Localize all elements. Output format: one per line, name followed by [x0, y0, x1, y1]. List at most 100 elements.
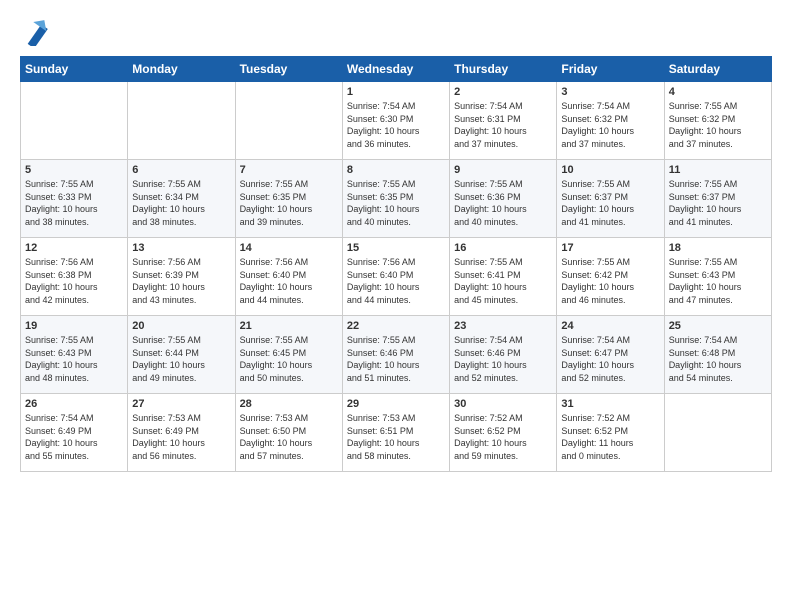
day-info: Sunrise: 7:52 AM Sunset: 6:52 PM Dayligh…	[454, 412, 552, 462]
day-cell: 10 Sunrise: 7:55 AM Sunset: 6:37 PM Dayli…	[557, 160, 664, 238]
day-number: 12	[25, 242, 123, 254]
day-number: 20	[132, 320, 230, 332]
day-number: 1	[347, 86, 445, 98]
day-info: Sunrise: 7:55 AM Sunset: 6:36 PM Dayligh…	[454, 178, 552, 228]
day-info: Sunrise: 7:52 AM Sunset: 6:52 PM Dayligh…	[561, 412, 659, 462]
day-info: Sunrise: 7:55 AM Sunset: 6:43 PM Dayligh…	[669, 256, 767, 306]
day-number: 26	[25, 398, 123, 410]
day-number: 23	[454, 320, 552, 332]
day-number: 16	[454, 242, 552, 254]
day-info: Sunrise: 7:55 AM Sunset: 6:35 PM Dayligh…	[240, 178, 338, 228]
day-number: 19	[25, 320, 123, 332]
day-cell: 4 Sunrise: 7:55 AM Sunset: 6:32 PM Daylig…	[664, 82, 771, 160]
day-number: 27	[132, 398, 230, 410]
day-cell: 24 Sunrise: 7:54 AM Sunset: 6:47 PM Dayli…	[557, 316, 664, 394]
day-info: Sunrise: 7:54 AM Sunset: 6:48 PM Dayligh…	[669, 334, 767, 384]
week-row-1: 1 Sunrise: 7:54 AM Sunset: 6:30 PM Daylig…	[21, 82, 772, 160]
day-cell: 14Sunrise: 7:56 AM Sunset: 6:40 PM Dayli…	[235, 238, 342, 316]
day-number: 29	[347, 398, 445, 410]
col-header-wednesday: Wednesday	[342, 57, 449, 82]
day-info: Sunrise: 7:55 AM Sunset: 6:33 PM Dayligh…	[25, 178, 123, 228]
day-info: Sunrise: 7:55 AM Sunset: 6:32 PM Dayligh…	[669, 100, 767, 150]
day-info: Sunrise: 7:55 AM Sunset: 6:45 PM Dayligh…	[240, 334, 338, 384]
day-info: Sunrise: 7:55 AM Sunset: 6:37 PM Dayligh…	[669, 178, 767, 228]
day-number: 10	[561, 164, 659, 176]
day-cell: 2Sunrise: 7:54 AM Sunset: 6:31 PM Daylig…	[450, 82, 557, 160]
day-number: 2	[454, 86, 552, 98]
day-number: 4	[669, 86, 767, 98]
day-cell: 13 Sunrise: 7:56 AM Sunset: 6:39 PM Dayli…	[128, 238, 235, 316]
day-number: 21	[240, 320, 338, 332]
day-cell: 18 Sunrise: 7:55 AM Sunset: 6:43 PM Dayli…	[664, 238, 771, 316]
day-info: Sunrise: 7:55 AM Sunset: 6:43 PM Dayligh…	[25, 334, 123, 384]
day-cell	[235, 82, 342, 160]
day-info: Sunrise: 7:55 AM Sunset: 6:44 PM Dayligh…	[132, 334, 230, 384]
day-number: 15	[347, 242, 445, 254]
day-info: Sunrise: 7:54 AM Sunset: 6:49 PM Dayligh…	[25, 412, 123, 462]
calendar-header-row: SundayMondayTuesdayWednesdayThursdayFrid…	[21, 57, 772, 82]
col-header-friday: Friday	[557, 57, 664, 82]
day-cell: 11 Sunrise: 7:55 AM Sunset: 6:37 PM Dayli…	[664, 160, 771, 238]
week-row-3: 12Sunrise: 7:56 AM Sunset: 6:38 PM Dayli…	[21, 238, 772, 316]
day-cell: 8Sunrise: 7:55 AM Sunset: 6:35 PM Daylig…	[342, 160, 449, 238]
day-number: 31	[561, 398, 659, 410]
day-number: 6	[132, 164, 230, 176]
day-number: 25	[669, 320, 767, 332]
day-cell: 17 Sunrise: 7:55 AM Sunset: 6:42 PM Dayli…	[557, 238, 664, 316]
col-header-saturday: Saturday	[664, 57, 771, 82]
day-cell: 31 Sunrise: 7:52 AM Sunset: 6:52 PM Dayli…	[557, 394, 664, 472]
day-cell: 22 Sunrise: 7:55 AM Sunset: 6:46 PM Dayli…	[342, 316, 449, 394]
day-cell: 12Sunrise: 7:56 AM Sunset: 6:38 PM Dayli…	[21, 238, 128, 316]
day-cell: 5 Sunrise: 7:55 AM Sunset: 6:33 PM Daylig…	[21, 160, 128, 238]
week-row-2: 5 Sunrise: 7:55 AM Sunset: 6:33 PM Daylig…	[21, 160, 772, 238]
day-info: Sunrise: 7:55 AM Sunset: 6:41 PM Dayligh…	[454, 256, 552, 306]
day-info: Sunrise: 7:53 AM Sunset: 6:50 PM Dayligh…	[240, 412, 338, 462]
calendar-table: SundayMondayTuesdayWednesdayThursdayFrid…	[20, 56, 772, 472]
day-info: Sunrise: 7:55 AM Sunset: 6:34 PM Dayligh…	[132, 178, 230, 228]
day-cell: 25 Sunrise: 7:54 AM Sunset: 6:48 PM Dayli…	[664, 316, 771, 394]
day-number: 22	[347, 320, 445, 332]
day-info: Sunrise: 7:56 AM Sunset: 6:39 PM Dayligh…	[132, 256, 230, 306]
day-cell: 6 Sunrise: 7:55 AM Sunset: 6:34 PM Daylig…	[128, 160, 235, 238]
day-number: 24	[561, 320, 659, 332]
day-info: Sunrise: 7:54 AM Sunset: 6:30 PM Dayligh…	[347, 100, 445, 150]
day-info: Sunrise: 7:53 AM Sunset: 6:49 PM Dayligh…	[132, 412, 230, 462]
day-info: Sunrise: 7:54 AM Sunset: 6:32 PM Dayligh…	[561, 100, 659, 150]
col-header-tuesday: Tuesday	[235, 57, 342, 82]
day-info: Sunrise: 7:55 AM Sunset: 6:42 PM Dayligh…	[561, 256, 659, 306]
day-info: Sunrise: 7:53 AM Sunset: 6:51 PM Dayligh…	[347, 412, 445, 462]
logo-icon	[22, 18, 50, 46]
day-number: 30	[454, 398, 552, 410]
day-cell: 20 Sunrise: 7:55 AM Sunset: 6:44 PM Dayli…	[128, 316, 235, 394]
day-number: 8	[347, 164, 445, 176]
day-cell: 16 Sunrise: 7:55 AM Sunset: 6:41 PM Dayli…	[450, 238, 557, 316]
day-cell: 26 Sunrise: 7:54 AM Sunset: 6:49 PM Dayli…	[21, 394, 128, 472]
day-info: Sunrise: 7:56 AM Sunset: 6:40 PM Dayligh…	[347, 256, 445, 306]
col-header-monday: Monday	[128, 57, 235, 82]
day-cell: 23 Sunrise: 7:54 AM Sunset: 6:46 PM Dayli…	[450, 316, 557, 394]
day-cell: 28 Sunrise: 7:53 AM Sunset: 6:50 PM Dayli…	[235, 394, 342, 472]
day-cell: 7Sunrise: 7:55 AM Sunset: 6:35 PM Daylig…	[235, 160, 342, 238]
day-number: 5	[25, 164, 123, 176]
day-number: 17	[561, 242, 659, 254]
day-number: 28	[240, 398, 338, 410]
day-info: Sunrise: 7:54 AM Sunset: 6:46 PM Dayligh…	[454, 334, 552, 384]
day-cell	[664, 394, 771, 472]
logo	[20, 18, 50, 46]
day-cell	[21, 82, 128, 160]
day-number: 18	[669, 242, 767, 254]
day-info: Sunrise: 7:55 AM Sunset: 6:46 PM Dayligh…	[347, 334, 445, 384]
day-cell: 27 Sunrise: 7:53 AM Sunset: 6:49 PM Dayli…	[128, 394, 235, 472]
day-number: 11	[669, 164, 767, 176]
day-info: Sunrise: 7:54 AM Sunset: 6:47 PM Dayligh…	[561, 334, 659, 384]
col-header-thursday: Thursday	[450, 57, 557, 82]
day-cell: 29 Sunrise: 7:53 AM Sunset: 6:51 PM Dayli…	[342, 394, 449, 472]
col-header-sunday: Sunday	[21, 57, 128, 82]
day-cell: 1 Sunrise: 7:54 AM Sunset: 6:30 PM Daylig…	[342, 82, 449, 160]
day-number: 9	[454, 164, 552, 176]
day-number: 3	[561, 86, 659, 98]
day-number: 13	[132, 242, 230, 254]
day-info: Sunrise: 7:55 AM Sunset: 6:37 PM Dayligh…	[561, 178, 659, 228]
day-cell	[128, 82, 235, 160]
day-number: 14	[240, 242, 338, 254]
